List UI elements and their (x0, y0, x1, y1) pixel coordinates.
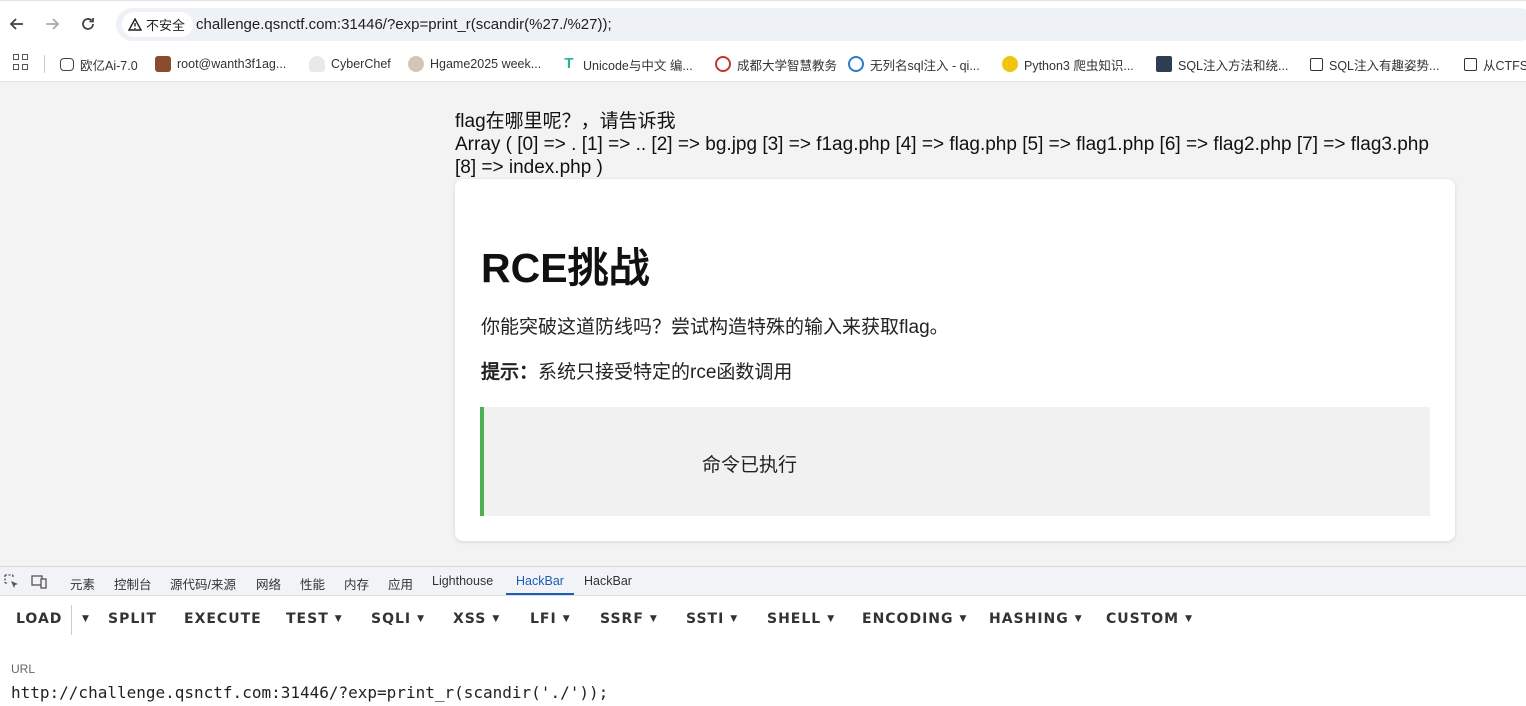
tab-performance[interactable]: 性能 (300, 574, 325, 593)
zhihu-icon (1464, 57, 1477, 71)
ssrf-menu-button[interactable]: SSRF ▼ (600, 611, 658, 627)
bookmark-item[interactable]: 无列名sql注入 - qi... (848, 54, 980, 74)
apps-grid-icon[interactable] (13, 54, 29, 70)
split-button[interactable]: SPLIT (108, 611, 157, 627)
bookmark-item[interactable]: 成都大学智慧教务 (715, 54, 837, 74)
chevron-down-icon: ▼ (730, 614, 739, 624)
bookmark-item[interactable]: 欧亿Ai-7.0 (60, 54, 138, 74)
challenge-card: RCE挑战 你能突破这道防线吗？尝试构造特殊的输入来获取flag。 提示：系统只… (455, 179, 1455, 541)
encoding-menu-button[interactable]: ENCODING ▼ (862, 611, 967, 627)
image-icon (1156, 56, 1172, 72)
hint-body: 系统只接受特定的rce函数调用 (538, 362, 793, 383)
bookmark-item[interactable]: root@wanth3f1ag... (155, 54, 286, 74)
bookmark-item[interactable]: SQL注入方法和绕... (1156, 54, 1288, 74)
unicode-icon: T (564, 55, 574, 72)
bookmark-item[interactable]: Hgame2025 week... (408, 54, 541, 74)
chevron-down-icon: ▼ (649, 614, 658, 624)
hackbar-divider (71, 605, 72, 635)
tab-application[interactable]: 应用 (388, 574, 413, 593)
globe-icon (848, 56, 864, 72)
url-field-label: URL (11, 662, 36, 676)
tab-lighthouse[interactable]: Lighthouse (432, 574, 493, 588)
custom-menu-button[interactable]: CUSTOM ▼ (1106, 611, 1193, 627)
output-line-1: flag在哪里呢？，请告诉我 (455, 111, 676, 132)
tab-memory[interactable]: 内存 (344, 574, 369, 593)
hashing-menu-button[interactable]: HASHING ▼ (989, 611, 1083, 627)
chevron-down-icon: ▼ (827, 614, 836, 624)
chevron-down-icon: ▼ (1074, 614, 1083, 624)
execute-button[interactable]: EXECUTE (184, 611, 262, 627)
page-title: RCE挑战 (481, 245, 650, 291)
reload-icon[interactable] (77, 13, 99, 35)
chevron-down-icon: ▼ (492, 614, 501, 624)
tab-hackbar-active[interactable]: HackBar (516, 574, 564, 588)
lfi-menu-button[interactable]: LFI ▼ (530, 611, 571, 627)
load-dropdown-caret-icon[interactable]: ▼ (76, 611, 90, 627)
chevron-down-icon: ▼ (334, 614, 343, 624)
load-button[interactable]: LOAD (16, 611, 62, 627)
chef-hat-icon (309, 56, 325, 72)
tab-elements[interactable]: 元素 (70, 574, 95, 593)
bookmark-item[interactable]: T Unicode与中文 编... (561, 54, 692, 74)
bookmark-item[interactable]: CyberChef (309, 54, 391, 74)
biohazard-icon (1002, 56, 1018, 72)
tab-console[interactable]: 控制台 (114, 574, 152, 593)
chat-icon (60, 57, 74, 71)
shell-menu-button[interactable]: SHELL ▼ (767, 611, 835, 627)
devtools-tabbar: 元素 控制台 源代码/来源 网络 性能 内存 应用 Lighthouse Hac… (0, 567, 1526, 596)
hackbar-toolbar: LOAD ▼ SPLIT EXECUTE TEST ▼ SQLI ▼ XSS ▼ LF… (0, 597, 1526, 643)
hint-label: 提示： (481, 362, 539, 383)
challenge-description: 你能突破这道防线吗？尝试构造特殊的输入来获取flag。 (481, 317, 949, 338)
result-box: 命令已执行 (480, 407, 1430, 516)
output-line-2: Array ( [0] => . [1] => .. [2] => bg.jpg… (455, 134, 1429, 178)
browser-toolbar: 不安全 challenge.qsnctf.com:31446/?exp=prin… (0, 0, 1526, 46)
security-chip[interactable]: 不安全 (122, 12, 194, 37)
page-content: flag在哪里呢？，请告诉我 Array ( [0] => . [1] => .… (0, 82, 1526, 566)
bookmark-separator (44, 55, 45, 73)
avatar-icon (408, 56, 424, 72)
php-output: flag在哪里呢？，请告诉我 Array ( [0] => . [1] => .… (455, 110, 1455, 179)
bookmark-item[interactable]: 从CTFS (1464, 54, 1526, 74)
zhihu-icon (1310, 57, 1323, 71)
bookmark-item[interactable]: SQL注入有趣姿势... (1310, 54, 1439, 74)
sqli-menu-button[interactable]: SQLI ▼ (371, 611, 425, 627)
inspect-element-icon[interactable] (4, 574, 20, 590)
chevron-down-icon: ▼ (562, 614, 571, 624)
xss-menu-button[interactable]: XSS ▼ (453, 611, 500, 627)
warning-icon (128, 17, 142, 31)
ssti-menu-button[interactable]: SSTI ▼ (686, 611, 738, 627)
address-bar[interactable]: 不安全 challenge.qsnctf.com:31446/?exp=prin… (116, 8, 1526, 41)
device-toolbar-icon[interactable] (31, 574, 47, 590)
tab-sources[interactable]: 源代码/来源 (170, 574, 236, 593)
chevron-down-icon: ▼ (417, 614, 426, 624)
forward-arrow-icon[interactable] (41, 13, 63, 35)
test-menu-button[interactable]: TEST ▼ (286, 611, 343, 627)
tab-network[interactable]: 网络 (256, 574, 281, 593)
security-label: 不安全 (146, 18, 186, 33)
school-icon (715, 56, 731, 72)
avatar-icon (155, 56, 171, 72)
tab-hackbar[interactable]: HackBar (584, 574, 632, 588)
result-text: 命令已执行 (702, 455, 798, 476)
bookmark-item[interactable]: Python3 爬虫知识... (1002, 54, 1134, 74)
hint-text: 提示：系统只接受特定的rce函数调用 (481, 357, 792, 384)
bookmarks-bar: 欧亿Ai-7.0 root@wanth3f1ag... CyberChef Hg… (0, 46, 1526, 82)
chevron-down-icon: ▼ (1185, 614, 1194, 624)
active-tab-indicator (506, 593, 574, 595)
devtools-panel: 元素 控制台 源代码/来源 网络 性能 内存 应用 Lighthouse Hac… (0, 566, 1526, 706)
chevron-down-icon: ▼ (959, 614, 968, 624)
back-arrow-icon[interactable] (6, 13, 28, 35)
address-url[interactable]: challenge.qsnctf.com:31446/?exp=print_r(… (196, 16, 612, 33)
url-input[interactable]: http://challenge.qsnctf.com:31446/?exp=p… (11, 683, 608, 702)
